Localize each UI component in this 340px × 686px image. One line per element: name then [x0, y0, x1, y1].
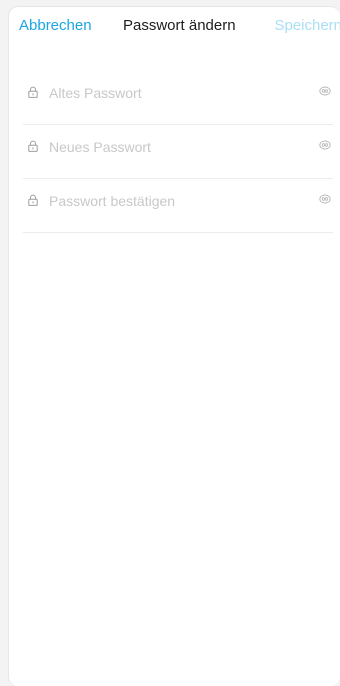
- new-password-row: [23, 125, 333, 179]
- old-password-input[interactable]: [49, 83, 289, 103]
- eye-icon[interactable]: [319, 140, 331, 150]
- lock-icon: [28, 140, 38, 152]
- save-button[interactable]: Speichern: [274, 17, 340, 34]
- eye-icon[interactable]: [319, 194, 331, 204]
- confirm-password-row: [23, 179, 333, 233]
- lock-icon: [28, 86, 38, 98]
- password-form: [23, 71, 333, 233]
- confirm-password-input[interactable]: [49, 191, 289, 211]
- lock-icon: [28, 194, 38, 206]
- change-password-sheet: Abbrechen Passwort ändern Speichern: [8, 6, 340, 686]
- old-password-row: [23, 71, 333, 125]
- new-password-input[interactable]: [49, 137, 289, 157]
- cancel-button[interactable]: Abbrechen: [19, 17, 92, 34]
- page-title: Passwort ändern: [123, 17, 236, 34]
- eye-icon[interactable]: [319, 86, 331, 96]
- header-bar: Abbrechen Passwort ändern Speichern: [9, 7, 340, 43]
